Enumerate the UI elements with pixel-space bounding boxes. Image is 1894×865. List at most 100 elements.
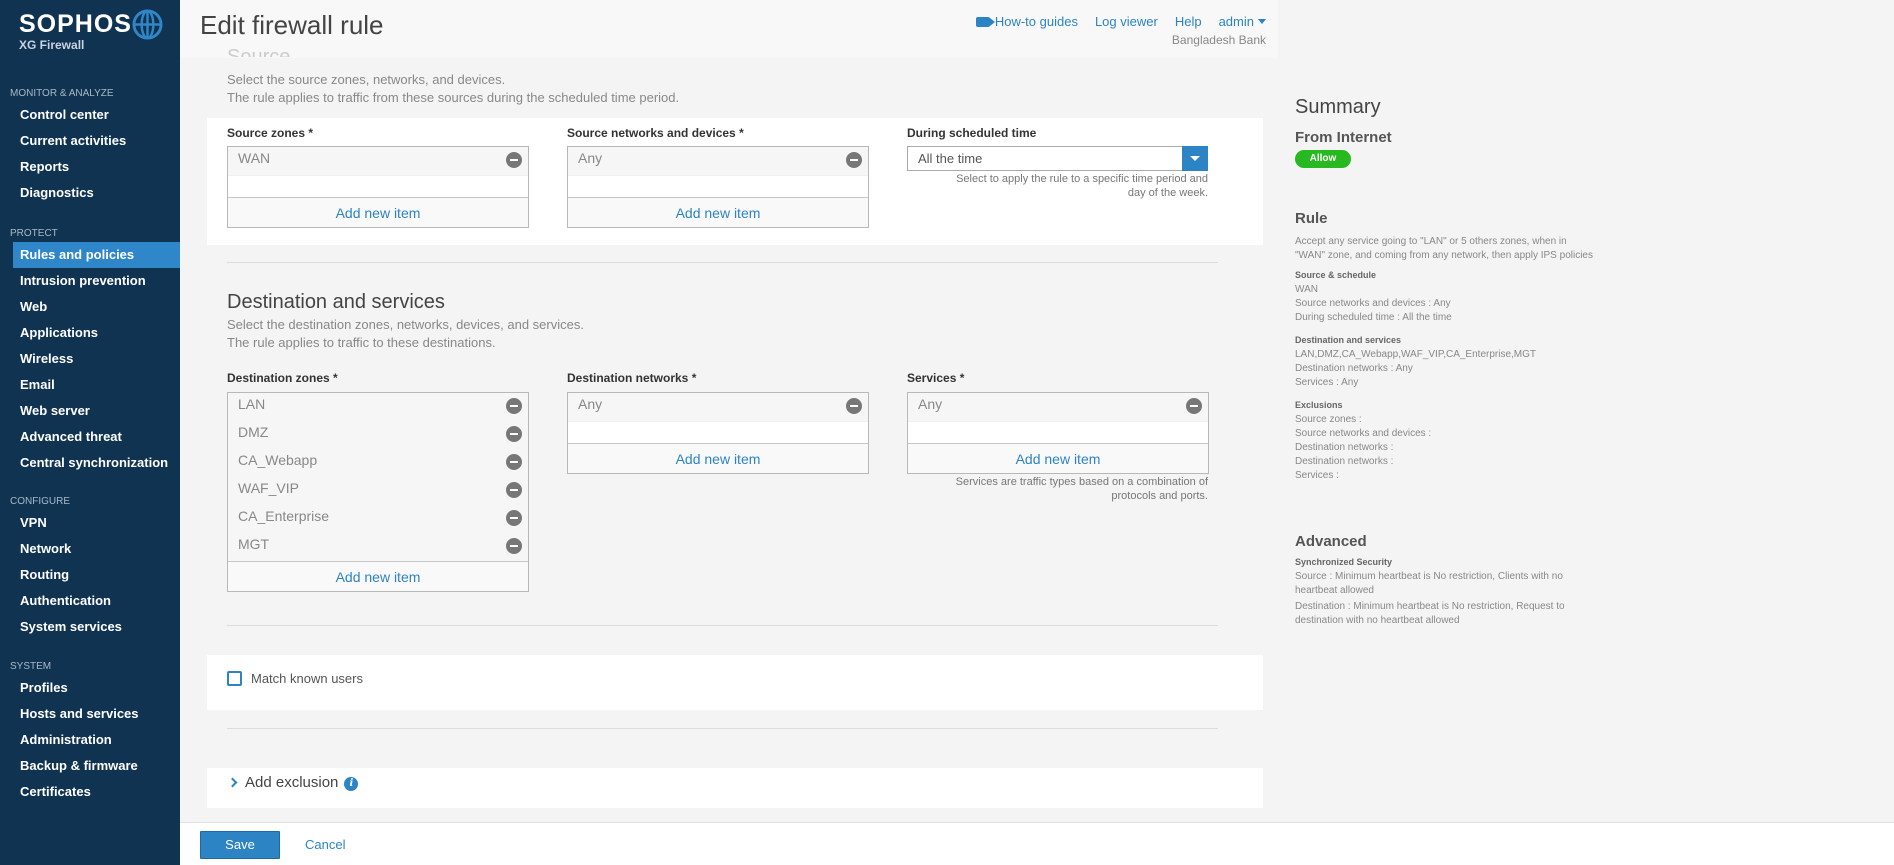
- divider: [227, 262, 1218, 263]
- destination-desc-2: The rule applies to traffic to these des…: [227, 335, 496, 350]
- sidebar-item-hosts-and-services[interactable]: Hosts and services: [0, 701, 180, 727]
- sidebar-item-administration[interactable]: Administration: [0, 727, 180, 753]
- save-button[interactable]: Save: [200, 831, 280, 859]
- list-item-label: CA_Enterprise: [238, 508, 330, 524]
- logo-product: XG Firewall: [19, 38, 85, 52]
- list-empty-row: [568, 421, 868, 443]
- schedule-hint: Select to apply the rule to a specific t…: [956, 173, 1208, 199]
- globe-icon: [132, 9, 163, 40]
- sidebar-item-wireless[interactable]: Wireless: [0, 346, 180, 372]
- remove-icon[interactable]: [506, 152, 522, 168]
- sidebar-item-central-synchronization[interactable]: Central synchronization: [0, 450, 180, 476]
- divider: [227, 625, 1218, 626]
- source-networks-list: Any Add new item: [567, 146, 869, 228]
- remove-icon[interactable]: [846, 398, 862, 414]
- howto-link[interactable]: How-to guides: [975, 14, 1078, 29]
- services-label: Services *: [907, 371, 965, 385]
- video-camera-icon: [975, 17, 995, 27]
- list-item: Any: [908, 393, 1208, 421]
- destination-networks-list: Any Add new item: [567, 392, 869, 474]
- source-zones-list: WAN Add new item: [227, 146, 529, 228]
- destination-zones-label: Destination zones *: [227, 371, 338, 385]
- add-source-zone-button[interactable]: Add new item: [228, 197, 528, 227]
- summary-exclusions-heading: Exclusions: [1295, 400, 1343, 410]
- sidebar-item-network[interactable]: Network: [0, 536, 180, 562]
- schedule-select[interactable]: All the time: [907, 146, 1208, 171]
- list-item: WAN: [228, 147, 528, 175]
- list-item: DMZ: [228, 421, 528, 449]
- sidebar-item-applications[interactable]: Applications: [0, 320, 180, 346]
- remove-icon[interactable]: [506, 482, 522, 498]
- summary-line: Destination networks : Any: [1295, 363, 1413, 374]
- add-destination-zone-button[interactable]: Add new item: [228, 561, 528, 591]
- add-source-network-button[interactable]: Add new item: [568, 197, 868, 227]
- exclusion-card: [207, 768, 1263, 808]
- summary-line: Destination networks :: [1295, 442, 1394, 453]
- sidebar-item-diagnostics[interactable]: Diagnostics: [0, 180, 180, 206]
- services-hint: Services are traffic types based on a co…: [955, 476, 1208, 502]
- summary-rule-heading: Rule: [1295, 210, 1328, 227]
- summary-sync-heading: Synchronized Security: [1295, 557, 1393, 567]
- sidebar-item-current-activities[interactable]: Current activities: [0, 128, 180, 154]
- sidebar-item-reports[interactable]: Reports: [0, 154, 180, 180]
- remove-icon[interactable]: [506, 454, 522, 470]
- list-item: CA_Enterprise: [228, 505, 528, 533]
- match-users-checkbox[interactable]: [227, 671, 242, 686]
- sidebar-item-backup-firmware[interactable]: Backup & firmware: [0, 753, 180, 779]
- list-item-label: LAN: [238, 396, 266, 412]
- list-empty-row: [228, 175, 528, 197]
- nav-group: PROTECT Rules and policies Intrusion preve…: [0, 226, 180, 476]
- summary-line: Source networks and devices :: [1295, 428, 1432, 439]
- sidebar-item-vpn[interactable]: VPN: [0, 510, 180, 536]
- list-item: LAN: [228, 393, 528, 421]
- allow-badge: Allow: [1295, 150, 1351, 168]
- remove-icon[interactable]: [506, 538, 522, 554]
- sidebar-item-intrusion-prevention[interactable]: Intrusion prevention: [0, 268, 180, 294]
- summary-subtitle: From Internet: [1295, 129, 1392, 146]
- destination-title: Destination and services: [227, 291, 445, 313]
- sidebar-item-advanced-threat[interactable]: Advanced threat: [0, 424, 180, 450]
- sidebar-item-web-server[interactable]: Web server: [0, 398, 180, 424]
- destination-desc-1: Select the destination zones, networks, …: [227, 317, 584, 332]
- sidebar-item-system-services[interactable]: System services: [0, 614, 180, 640]
- sidebar-item-routing[interactable]: Routing: [0, 562, 180, 588]
- sidebar-item-email[interactable]: Email: [0, 372, 180, 398]
- sidebar-item-web[interactable]: Web: [0, 294, 180, 320]
- howto-label: How-to guides: [994, 14, 1078, 29]
- remove-icon[interactable]: [506, 426, 522, 442]
- summary-advanced-heading: Advanced: [1295, 533, 1367, 550]
- add-exclusion-toggle[interactable]: Add exclusion i: [227, 774, 359, 791]
- page-header: Edit firewall rule How-to guides Log vie…: [180, 0, 1278, 58]
- summary-line: Source : Minimum heartbeat is No restric…: [1295, 571, 1563, 596]
- add-service-button[interactable]: Add new item: [908, 443, 1208, 473]
- info-icon[interactable]: i: [344, 777, 359, 791]
- remove-icon[interactable]: [506, 510, 522, 526]
- sidebar-item-profiles[interactable]: Profiles: [0, 675, 180, 701]
- nav-group-header: PROTECT: [10, 228, 58, 239]
- sidebar-item-certificates[interactable]: Certificates: [0, 779, 180, 805]
- summary-line: Destination networks :: [1295, 456, 1394, 467]
- chevron-down-icon[interactable]: [1182, 146, 1208, 171]
- org-name: Bangladesh Bank: [1171, 33, 1266, 47]
- admin-label: admin: [1218, 14, 1254, 29]
- summary-line: Services : Any: [1295, 377, 1359, 388]
- log-viewer-link[interactable]: Log viewer: [1095, 14, 1158, 29]
- add-destination-network-button[interactable]: Add new item: [568, 443, 868, 473]
- match-users-card: [207, 655, 1263, 710]
- list-item-label: WAN: [238, 150, 271, 166]
- sidebar-item-authentication[interactable]: Authentication: [0, 588, 180, 614]
- list-item: Any: [568, 393, 868, 421]
- sidebar-item-control-center[interactable]: Control center: [0, 102, 180, 128]
- chevron-down-icon: [1258, 19, 1266, 24]
- remove-icon[interactable]: [846, 152, 862, 168]
- admin-menu[interactable]: admin: [1219, 14, 1266, 29]
- help-link[interactable]: Help: [1175, 14, 1202, 29]
- nav-group-header: CONFIGURE: [10, 496, 70, 507]
- remove-icon[interactable]: [1186, 398, 1202, 414]
- top-links: How-to guides Log viewer Help admin: [975, 14, 1266, 29]
- footer-bar: Save Cancel: [180, 822, 1894, 865]
- sidebar-item-rules-and-policies[interactable]: Rules and policies: [13, 242, 180, 268]
- remove-icon[interactable]: [506, 398, 522, 414]
- list-item-label: WAF_VIP: [238, 480, 299, 496]
- cancel-button[interactable]: Cancel: [305, 837, 345, 852]
